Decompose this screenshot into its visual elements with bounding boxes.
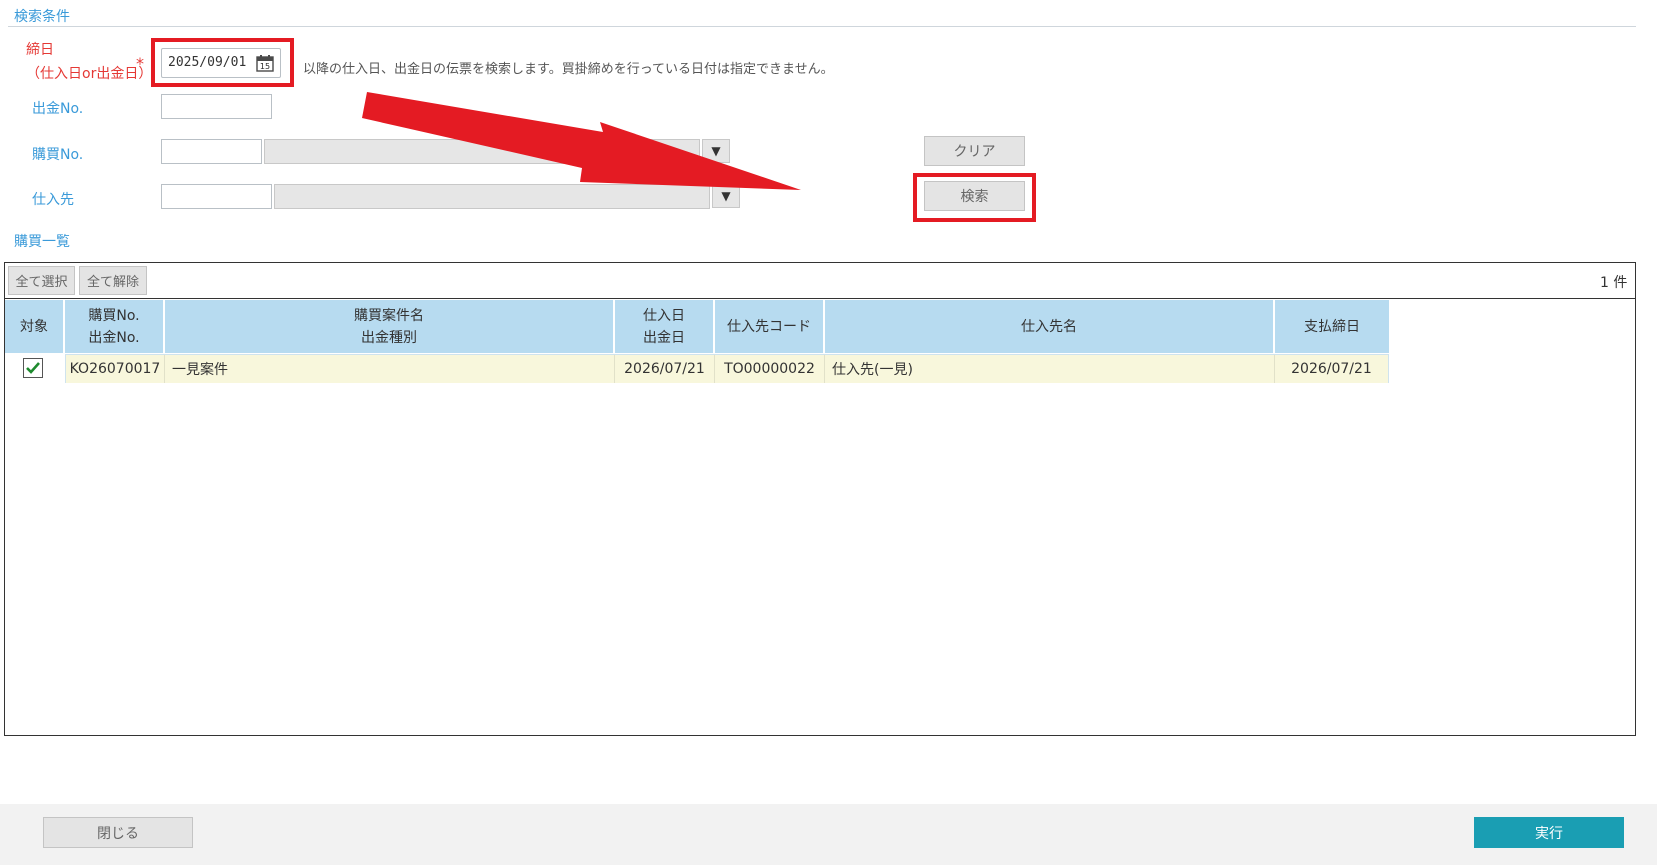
cell-purchase-no: KO26070017 xyxy=(66,355,165,383)
execute-button[interactable]: 実行 xyxy=(1474,817,1624,848)
header-target[interactable]: 対象 xyxy=(5,300,65,353)
header-case-name[interactable]: 購買案件名 出金種別 xyxy=(165,300,615,353)
table-row[interactable]: KO26070017 一見案件 2026/07/21 TO00000022 仕入… xyxy=(65,354,1389,383)
header-purchase-payment-no[interactable]: 購買No. 出金No. xyxy=(65,300,165,353)
result-count: 1 件 xyxy=(1600,275,1628,291)
row-checkbox[interactable] xyxy=(23,358,43,378)
header-dates[interactable]: 仕入日 出金日 xyxy=(615,300,715,353)
cell-case-name: 一見案件 xyxy=(165,355,615,383)
list-section-title: 購買一覧 xyxy=(14,234,70,250)
cell-supplier-code: TO00000022 xyxy=(715,355,825,383)
deselect-all-button[interactable]: 全て解除 xyxy=(79,266,147,295)
cell-closing-date: 2026/07/21 xyxy=(1275,355,1388,383)
cell-purchase-date: 2026/07/21 xyxy=(615,355,715,383)
close-button[interactable]: 閉じる xyxy=(43,817,193,848)
header-closing-date[interactable]: 支払締日 xyxy=(1275,300,1389,353)
header-supplier-name[interactable]: 仕入先名 xyxy=(825,300,1275,353)
checkmark-icon xyxy=(26,362,40,374)
header-supplier-code[interactable]: 仕入先コード xyxy=(715,300,825,353)
grid-toolbar-divider xyxy=(5,298,1635,299)
footer-bar xyxy=(0,804,1657,865)
select-all-button[interactable]: 全て選択 xyxy=(8,266,75,295)
cell-supplier-name: 仕入先(一見) xyxy=(825,355,1275,383)
